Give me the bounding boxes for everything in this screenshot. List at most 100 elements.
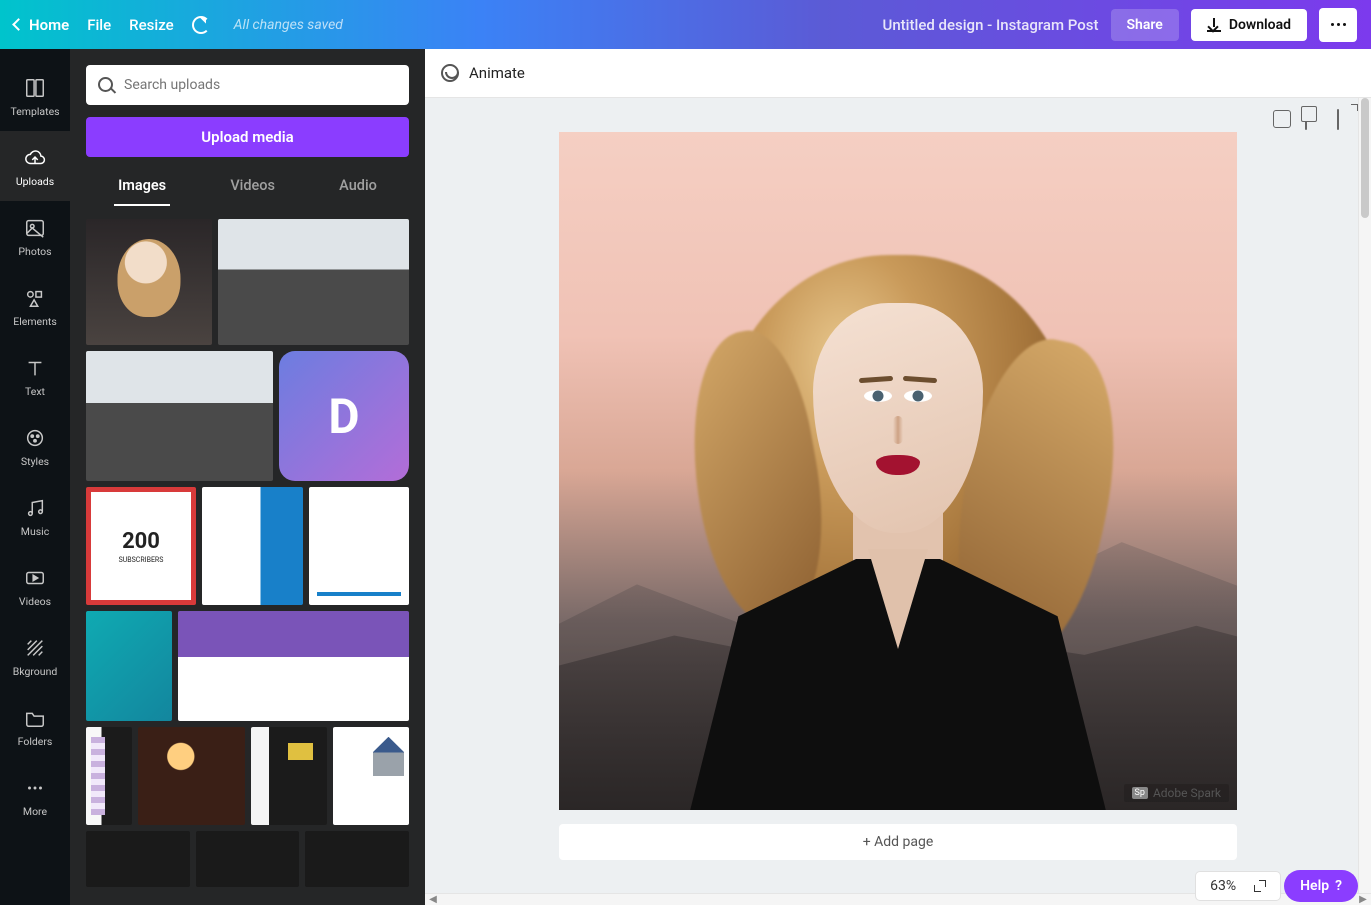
dots-icon xyxy=(1331,23,1334,26)
sidebar-item-label: Videos xyxy=(19,595,51,608)
styles-icon xyxy=(22,425,48,451)
duplicate-page-icon[interactable] xyxy=(1305,110,1323,128)
thumb-logo-letter: D xyxy=(328,388,359,445)
sidebar-item-videos[interactable]: Videos xyxy=(0,551,70,621)
file-menu[interactable]: File xyxy=(87,16,111,34)
upload-thumb[interactable] xyxy=(178,611,409,721)
canvas-scroll[interactable]: Sp Adobe Spark + Add page ◀ ▶ xyxy=(425,98,1371,905)
sidebar-item-label: Photos xyxy=(18,245,51,258)
sidebar-item-templates[interactable]: Templates xyxy=(0,61,70,131)
undo-icon[interactable] xyxy=(192,16,210,34)
templates-icon xyxy=(22,75,48,101)
sidebar-item-label: Templates xyxy=(10,105,59,118)
sidebar-item-more[interactable]: More xyxy=(0,761,70,831)
animate-icon[interactable] xyxy=(441,64,459,82)
page-tools xyxy=(1273,110,1355,128)
more-icon xyxy=(22,775,48,801)
chevron-left-icon xyxy=(12,18,25,31)
sidebar-item-music[interactable]: Music xyxy=(0,481,70,551)
animate-button[interactable]: Animate xyxy=(469,64,525,82)
watermark-badge: Sp xyxy=(1132,787,1148,799)
help-label: Help xyxy=(1300,878,1329,894)
elements-icon xyxy=(22,285,48,311)
search-icon xyxy=(98,77,114,93)
document-title[interactable]: Untitled design - Instagram Post xyxy=(883,16,1099,34)
sidebar-item-label: Uploads xyxy=(16,175,54,188)
uploads-panel: Upload media Images Videos Audio D 200 S… xyxy=(70,49,425,905)
home-button[interactable]: Home xyxy=(14,16,69,34)
sidebar-item-styles[interactable]: Styles xyxy=(0,411,70,481)
upload-thumb[interactable] xyxy=(218,219,409,345)
download-label: Download xyxy=(1229,17,1291,33)
fullscreen-icon[interactable] xyxy=(1254,880,1266,892)
main-layout: Templates Uploads Photos Elements Text S… xyxy=(0,49,1371,905)
download-button[interactable]: Download xyxy=(1191,9,1307,41)
scroll-left-icon[interactable]: ◀ xyxy=(425,894,441,905)
sidebar-item-label: Elements xyxy=(13,315,57,328)
uploads-icon xyxy=(22,145,48,171)
folders-icon xyxy=(22,705,48,731)
zoom-control[interactable]: 63% xyxy=(1196,872,1280,900)
editor-area: Animate xyxy=(425,49,1371,905)
upload-thumb[interactable] xyxy=(309,487,410,605)
upload-thumb[interactable] xyxy=(86,831,190,887)
upload-thumb[interactable]: D xyxy=(279,351,409,481)
upload-thumb[interactable] xyxy=(251,727,327,825)
sidebar-item-bkground[interactable]: Bkground xyxy=(0,621,70,691)
download-icon xyxy=(1207,18,1221,32)
upload-thumb[interactable] xyxy=(305,831,409,887)
tab-videos[interactable]: Videos xyxy=(226,169,279,206)
music-icon xyxy=(22,495,48,521)
sidebar-item-label: More xyxy=(23,805,47,818)
sidebar-item-photos[interactable]: Photos xyxy=(0,201,70,271)
text-icon xyxy=(22,355,48,381)
topbar-left-group: Home File Resize All changes saved xyxy=(14,16,343,34)
upload-thumb[interactable] xyxy=(86,727,132,825)
upload-thumb[interactable] xyxy=(138,727,245,825)
upload-thumb[interactable] xyxy=(202,487,303,605)
watermark-text: Adobe Spark xyxy=(1153,786,1221,800)
upload-thumb[interactable]: 200 SUBSCRIBERS xyxy=(86,487,196,605)
sidebar-item-text[interactable]: Text xyxy=(0,341,70,411)
upload-thumb[interactable] xyxy=(333,727,409,825)
left-icon-strip: Templates Uploads Photos Elements Text S… xyxy=(0,49,70,905)
notes-icon[interactable] xyxy=(1273,110,1291,128)
upload-media-button[interactable]: Upload media xyxy=(86,117,409,157)
design-canvas[interactable]: Sp Adobe Spark xyxy=(559,132,1237,810)
sidebar-item-label: Folders xyxy=(18,735,53,748)
upload-thumb[interactable] xyxy=(86,611,172,721)
videos-icon xyxy=(22,565,48,591)
help-button[interactable]: Help ? xyxy=(1284,870,1358,902)
bottom-controls: 63% Help ? xyxy=(1196,867,1358,905)
search-input[interactable] xyxy=(124,77,397,93)
media-tabs: Images Videos Audio xyxy=(86,169,409,207)
upload-thumb[interactable] xyxy=(86,219,212,345)
sidebar-item-label: Bkground xyxy=(13,665,58,678)
save-status: All changes saved xyxy=(234,17,343,33)
background-icon xyxy=(22,635,48,661)
share-button[interactable]: Share xyxy=(1111,9,1179,41)
top-bar: Home File Resize All changes saved Untit… xyxy=(0,0,1371,49)
editor-toolbar: Animate xyxy=(425,49,1371,98)
uploads-grid[interactable]: D 200 SUBSCRIBERS xyxy=(86,219,409,889)
more-button[interactable] xyxy=(1319,8,1357,42)
search-field[interactable] xyxy=(86,65,409,105)
zoom-value: 63% xyxy=(1210,878,1236,894)
vertical-scrollbar[interactable] xyxy=(1358,98,1371,893)
thumb-200-number: 200 xyxy=(122,529,160,554)
add-page-button[interactable]: + Add page xyxy=(559,824,1237,860)
upload-thumb[interactable] xyxy=(196,831,300,887)
sidebar-item-uploads[interactable]: Uploads xyxy=(0,131,70,201)
tab-images[interactable]: Images xyxy=(114,169,170,206)
sidebar-item-folders[interactable]: Folders xyxy=(0,691,70,761)
share-page-icon[interactable] xyxy=(1337,110,1355,128)
upload-thumb[interactable] xyxy=(86,351,273,481)
sidebar-item-label: Text xyxy=(25,385,45,398)
sidebar-item-elements[interactable]: Elements xyxy=(0,271,70,341)
canvas-person-image[interactable] xyxy=(658,219,1138,810)
add-page-label: + Add page xyxy=(863,834,934,850)
tab-audio[interactable]: Audio xyxy=(335,169,381,206)
resize-menu[interactable]: Resize xyxy=(129,16,173,34)
scrollbar-thumb[interactable] xyxy=(1361,98,1369,218)
sidebar-item-label: Styles xyxy=(21,455,49,468)
